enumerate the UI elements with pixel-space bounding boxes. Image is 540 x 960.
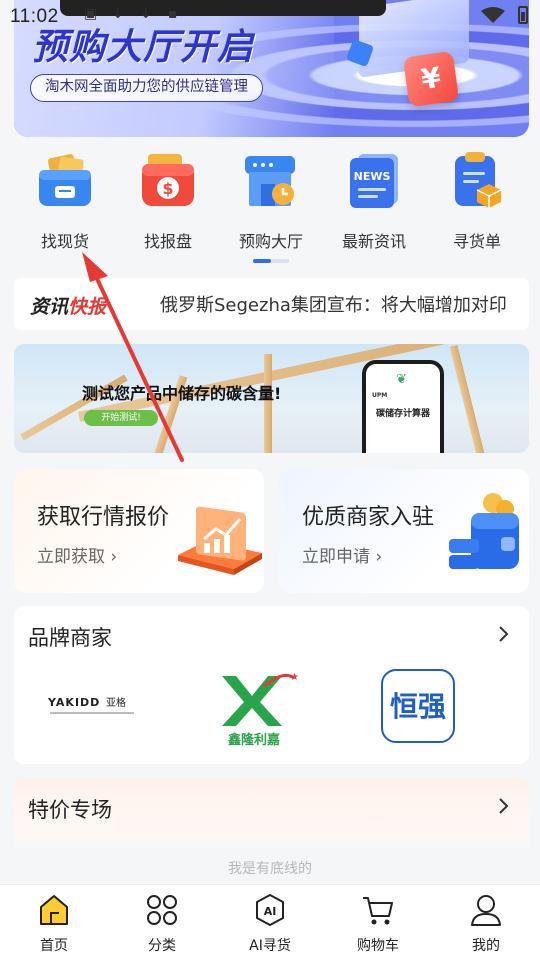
hengqiang-logo: 恒强 (381, 669, 455, 743)
bottom-tab-bar: 首页 分类 AI AI寻货 购物车 我的 (0, 884, 540, 960)
quick-action-label: 找现货 (40, 232, 89, 251)
chevron-right-icon[interactable] (493, 796, 513, 816)
yakidd-logo: YAKIDD 亚格 (47, 696, 134, 714)
carbon-banner-title: 测试您产品中储存的碳含量! (82, 384, 282, 403)
tab-label: 我的 (472, 938, 500, 954)
svg-text:亚格: 亚格 (106, 696, 126, 709)
ticker-headline[interactable]: 俄罗斯Segezha集团宣布：将大幅增加对印 (160, 291, 507, 317)
timber-beam (449, 344, 487, 453)
tab-profile[interactable]: 我的 (441, 893, 531, 955)
wallet-box-icon (39, 154, 91, 206)
notification-icons: ▣ ↓ ↓ ▪ (84, 6, 182, 22)
brand-logo-hengqiang[interactable]: 恒强 (374, 666, 464, 746)
news-icon: NEWS (350, 154, 398, 208)
svg-text:鑫隆利嘉: 鑫隆利嘉 (227, 732, 280, 746)
status-bar: 11:02 ▣ ↓ ↓ ▪ (0, 0, 540, 34)
ticker-tag-part1: 资讯 (30, 296, 69, 318)
promo-title: 获取行情报价 (37, 505, 170, 530)
money-bag-icon: $ (142, 154, 194, 206)
tab-ai-sourcing[interactable]: AI AI寻货 (225, 893, 315, 955)
promo-title: 优质商家入驻 (302, 505, 435, 530)
quick-action-label: 预购大厅 (238, 232, 303, 251)
quick-actions: 找现货 $ 找报盘 预购大厅 NEWS 最新资讯 寻货单 (0, 150, 540, 252)
brand-logo-xinlong[interactable]: ★ 鑫隆利嘉 (204, 666, 304, 748)
chart-icon (178, 506, 262, 575)
promo-link[interactable]: 立即获取 › (37, 542, 117, 567)
quick-action-find-offer[interactable]: $ 找报盘 (123, 150, 213, 252)
quick-action-sourcing-list[interactable]: 寻货单 (432, 150, 522, 252)
user-icon (471, 895, 501, 926)
carbon-calculator-banner[interactable]: 测试您产品中储存的碳含量! 开始测试! ❦ UPM 碳储存计算器 (14, 344, 529, 453)
ticker-tag: 资讯快报 (30, 292, 106, 319)
phone-brand: UPM (372, 392, 388, 399)
tab-label: 分类 (148, 938, 176, 954)
tab-cart[interactable]: 购物车 (333, 893, 423, 955)
phone-title: 碳储存计算器 (375, 409, 430, 419)
grid-icon (147, 895, 177, 925)
quick-action-label: 寻货单 (452, 232, 501, 251)
promo-link[interactable]: 立即申请 › (302, 542, 382, 567)
quick-action-label: 最新资讯 (341, 232, 406, 251)
chevron-right-icon[interactable] (493, 624, 513, 644)
brand-merchants-section: 品牌商家 YAKIDD 亚格 ★ 鑫隆利嘉 恒强 (14, 606, 529, 764)
yen-icon: ¥ (402, 50, 460, 108)
ticker-tag-part2: 快报 (68, 296, 107, 318)
svg-text:★: ★ (290, 672, 299, 683)
merchant-join-card[interactable]: 优质商家入驻 立即申请 › (279, 469, 529, 593)
quick-action-label: 找报盘 (143, 232, 192, 251)
svg-text:恒强: 恒强 (390, 690, 446, 723)
brand-logo-yakidd[interactable]: YAKIDD 亚格 (40, 666, 150, 746)
svg-text:AI: AI (264, 905, 277, 918)
svg-text:$: $ (162, 179, 173, 198)
tab-home[interactable]: 首页 (9, 893, 99, 955)
xinlong-logo: ★ 鑫隆利嘉 (222, 672, 299, 748)
tab-category[interactable]: 分类 (117, 893, 207, 955)
section-title: 特价专场 (28, 798, 112, 822)
market-quote-card[interactable]: 获取行情报价 立即获取 › (14, 469, 264, 593)
quick-action-find-stock[interactable]: 找现货 (20, 150, 110, 252)
wallet-coins-icon (449, 493, 519, 569)
news-ticker[interactable]: 资讯快报 俄罗斯Segezha集团宣布：将大幅增加对印 (14, 278, 529, 330)
clipboard-box-icon (455, 152, 502, 208)
ai-shield-icon: AI (256, 894, 284, 926)
battery-icon (518, 6, 528, 24)
start-test-button[interactable]: 开始测试! (84, 410, 158, 426)
download-icon: ↓ (112, 6, 124, 22)
quick-action-presale-hall[interactable]: 预购大厅 (226, 150, 316, 252)
end-of-list-note: 我是有底线的 (228, 861, 312, 877)
image-icon: ▣ (84, 6, 98, 22)
system-icons (480, 6, 528, 24)
tab-label: 首页 (40, 938, 68, 954)
svg-text:YAKIDD: YAKIDD (47, 696, 100, 709)
phone-mockup: ❦ UPM 碳储存计算器 (362, 360, 444, 453)
leaf-icon: ❦ (396, 372, 407, 387)
quick-action-latest-news[interactable]: NEWS 最新资讯 (329, 150, 419, 252)
tab-label: 购物车 (357, 938, 399, 954)
app-notification-icon: ▪ (168, 6, 178, 22)
tab-label: AI寻货 (249, 938, 291, 954)
status-time: 11:02 (10, 6, 59, 27)
home-icon (40, 895, 68, 925)
special-offers-section: 特价专场 (14, 778, 529, 848)
banner-subtitle: 淘木网全面助力您的供应链管理 (30, 74, 263, 102)
cart-icon (363, 897, 393, 925)
wifi-icon (481, 7, 505, 23)
section-title: 品牌商家 (28, 626, 112, 650)
download-icon: ↓ (140, 6, 152, 22)
page-indicator (253, 259, 289, 263)
shop-clock-icon (245, 156, 295, 206)
svg-text:NEWS: NEWS (354, 170, 391, 183)
